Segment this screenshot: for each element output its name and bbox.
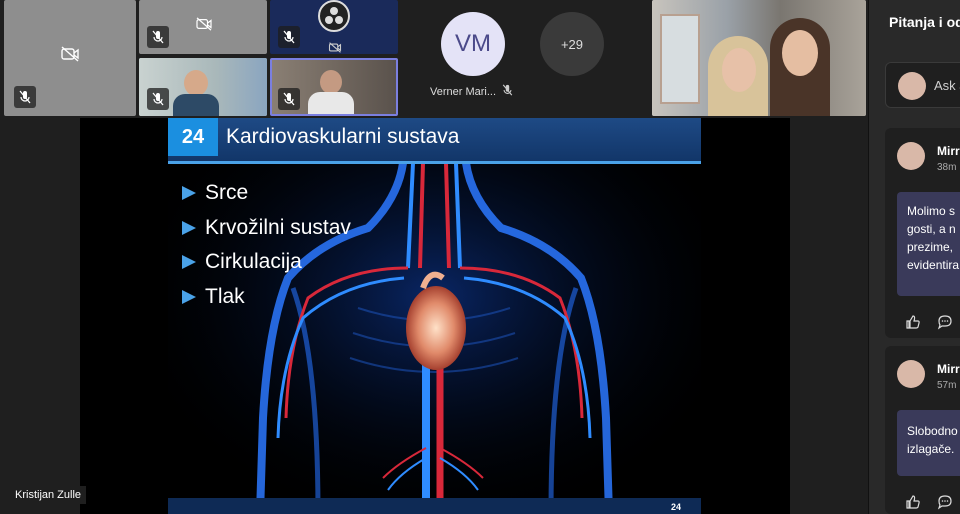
- participant-tile-obs[interactable]: [270, 0, 398, 54]
- window-frame: [660, 14, 700, 104]
- post-author: Mirr: [937, 144, 960, 158]
- bullet-arrow-icon: [182, 289, 196, 304]
- camera-off-icon: [195, 17, 213, 31]
- participant-name-label: Verner Mari...: [430, 85, 497, 98]
- slide-bullet: Cirkulacija: [182, 245, 351, 280]
- slide-bullet: Srce: [182, 176, 351, 211]
- avatar: [898, 72, 926, 100]
- post-line: Molimo s: [907, 204, 956, 218]
- mic-off-icon: [147, 26, 169, 48]
- avatar: VM: [441, 12, 505, 76]
- post-author: Mirr: [937, 362, 960, 376]
- mic-off-icon: [502, 84, 513, 99]
- camera-off-icon: [60, 46, 80, 62]
- post-line: prezime,: [907, 240, 954, 254]
- bullet-text: Tlak: [205, 284, 245, 308]
- post-reactions: [905, 314, 953, 335]
- qa-post: Mirr 57m Slobodno izlagače.: [885, 346, 960, 514]
- post-line: gosti, a n: [907, 222, 956, 236]
- ask-question-input[interactable]: Ask a: [885, 62, 960, 108]
- bullet-arrow-icon: [182, 186, 196, 201]
- post-time: 57m: [937, 380, 957, 391]
- more-participants-button[interactable]: +29: [540, 12, 604, 76]
- more-participants-count: +29: [560, 36, 584, 52]
- participant-tile-video-two-women[interactable]: [652, 0, 866, 116]
- post-line: Slobodno: [907, 424, 958, 438]
- bullet-text: Krvožilni sustav: [205, 215, 351, 239]
- participant-name: Verner Mari...: [430, 84, 513, 99]
- panel-title: Pitanja i od: [889, 14, 960, 30]
- qa-panel: Pitanja i od Ask a Mirr 38m Molimo s gos…: [868, 0, 960, 514]
- person-body: [308, 92, 354, 114]
- person-body: [173, 94, 219, 116]
- slide-bullet: Krvožilni sustav: [182, 211, 351, 246]
- mic-off-icon: [14, 86, 36, 108]
- reply-icon[interactable]: [937, 494, 953, 514]
- post-reactions: [905, 494, 953, 514]
- slide-bullet-list: Srce Krvožilni sustav Cirkulacija Tlak: [182, 176, 351, 314]
- bullet-text: Cirkulacija: [205, 250, 302, 274]
- camera-off-icon: [328, 40, 342, 54]
- qa-post: Mirr 38m Molimo s gosti, a n prezime, ev…: [885, 128, 960, 338]
- bullet-arrow-icon: [182, 220, 196, 235]
- presenter-name-tag: Kristijan Zulle: [10, 486, 87, 504]
- presentation-slide: 24 Kardiovaskularni sustava Srce Krvožil…: [168, 118, 701, 514]
- participant-tile-camera-off-1[interactable]: [4, 0, 136, 116]
- post-line: izlagače.: [907, 442, 955, 456]
- reply-icon[interactable]: [937, 314, 953, 335]
- participant-tile-video-man-active[interactable]: [270, 58, 398, 116]
- like-icon[interactable]: [905, 494, 921, 514]
- post-message: Molimo s gosti, a n prezime, evidentira: [897, 192, 960, 296]
- slide-footer-number: 24: [670, 502, 681, 512]
- slide-number-badge: 24: [168, 118, 218, 156]
- mic-off-icon: [147, 88, 169, 110]
- bullet-arrow-icon: [182, 255, 196, 270]
- post-time: 38m: [937, 162, 957, 173]
- mic-off-icon: [278, 88, 300, 110]
- mic-off-icon: [278, 26, 300, 48]
- person-1-face: [722, 48, 756, 92]
- avatar: [897, 360, 925, 388]
- person-silhouette: [320, 70, 342, 94]
- obs-logo-icon: [318, 0, 350, 32]
- ask-placeholder: Ask a: [934, 78, 960, 93]
- avatar: [897, 142, 925, 170]
- like-icon[interactable]: [905, 314, 921, 335]
- slide-footer: 24: [168, 498, 701, 514]
- avatar-initials: VM: [455, 30, 491, 57]
- person-2-face: [782, 30, 818, 76]
- participant-tile-video-woman[interactable]: [139, 58, 267, 116]
- participant-tile-camera-off-2[interactable]: [139, 0, 267, 54]
- bullet-text: Srce: [205, 181, 249, 205]
- slide-bullet: Tlak: [182, 280, 351, 315]
- post-message: Slobodno izlagače.: [897, 410, 960, 476]
- slide-header: 24 Kardiovaskularni sustava: [168, 118, 701, 164]
- slide-title: Kardiovaskularni sustava: [226, 125, 460, 148]
- post-line: evidentira: [907, 258, 960, 272]
- person-silhouette: [184, 70, 208, 96]
- participant-tile-verner[interactable]: VM Verner Mari...: [420, 0, 532, 116]
